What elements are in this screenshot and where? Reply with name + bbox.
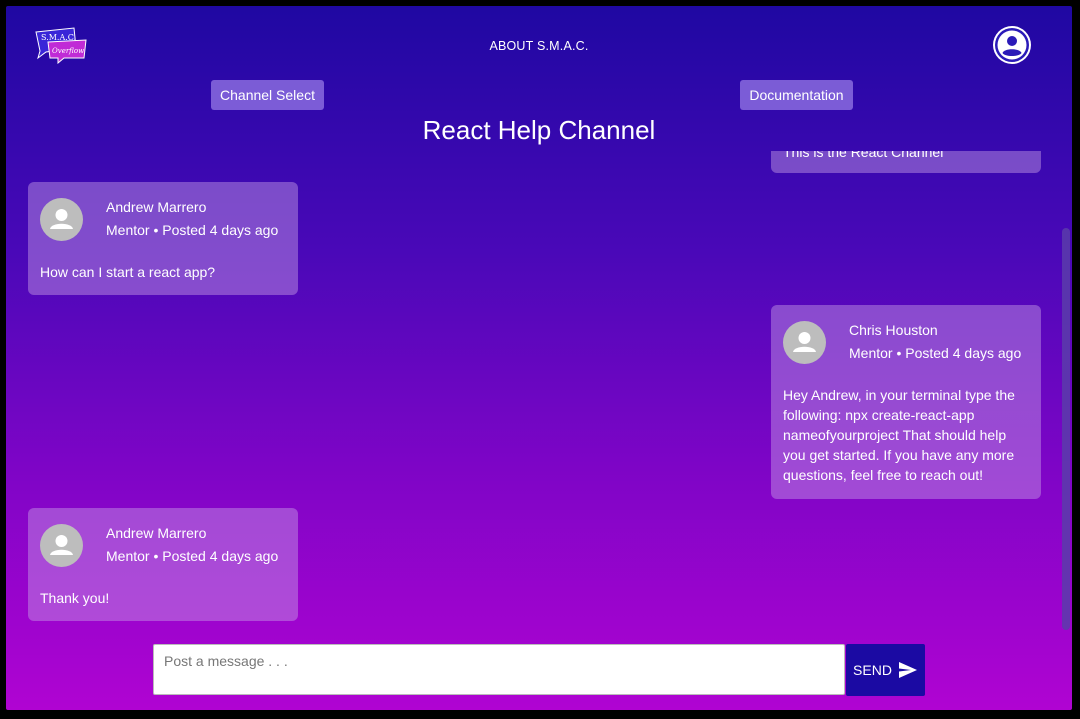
message-card: Chris Houston Mentor • Posted 4 days ago… (771, 305, 1041, 499)
author-meta: Mentor • Posted 4 days ago (849, 345, 1022, 361)
message-body: Thank you! (40, 590, 110, 606)
send-icon (898, 662, 917, 678)
message-list[interactable]: This is the React Channel Andrew Marrero… (6, 151, 1072, 631)
send-label: SEND (853, 662, 892, 678)
documentation-button[interactable]: Documentation (740, 80, 853, 110)
author-name: Chris Houston (849, 322, 938, 338)
author-meta: Mentor • Posted 4 days ago (106, 548, 279, 564)
avatar (40, 524, 83, 567)
message-card: Andrew Marrero Mentor • Posted 4 days ag… (28, 182, 298, 295)
author-meta: Mentor • Posted 4 days ago (106, 222, 279, 238)
avatar (783, 321, 826, 364)
page-title: React Help Channel (422, 115, 656, 145)
about-link[interactable]: ABOUT S.M.A.C. (6, 39, 1072, 53)
message-card: Andrew Marrero Mentor • Posted 4 days ag… (28, 508, 298, 621)
person-icon (50, 535, 73, 555)
account-button[interactable] (993, 26, 1031, 64)
author-name: Andrew Marrero (106, 525, 207, 541)
message-body: Hey Andrew, in your terminal type the fo… (783, 387, 1015, 483)
message-body: This is the React Channel (783, 151, 944, 160)
account-circle-icon (995, 28, 1029, 62)
scrollbar[interactable] (1062, 228, 1070, 630)
message-input[interactable] (153, 644, 845, 695)
person-icon (50, 209, 73, 229)
app-frame: S.M.A.C. Overflow ABOUT S.M.A.C. Channel… (6, 6, 1072, 710)
author-name: Andrew Marrero (106, 199, 207, 215)
message-body: How can I start a react app? (40, 264, 216, 280)
avatar (40, 198, 83, 241)
person-icon (793, 332, 816, 352)
send-button[interactable]: SEND (846, 644, 925, 696)
message-card: This is the React Channel (771, 151, 1041, 173)
channel-select-button[interactable]: Channel Select (211, 80, 324, 110)
